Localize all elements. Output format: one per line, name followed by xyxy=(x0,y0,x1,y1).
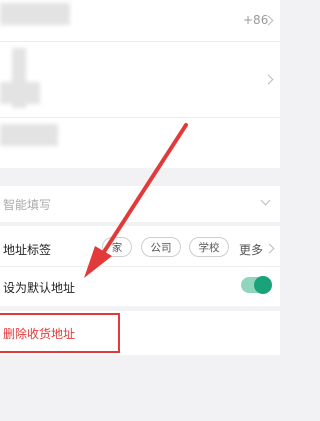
default-address-toggle[interactable] xyxy=(241,276,272,294)
tag-company[interactable]: 公司 xyxy=(141,237,181,257)
tag-home[interactable]: 家 xyxy=(102,237,132,257)
region-blurred-2 xyxy=(0,82,40,104)
divider xyxy=(0,266,280,267)
smart-fill-label: 智能填写 xyxy=(3,198,52,212)
tag-school[interactable]: 学校 xyxy=(189,237,229,257)
divider xyxy=(0,41,280,42)
highlight-box xyxy=(0,313,120,353)
name-blurred xyxy=(0,3,70,25)
more-tags-link[interactable]: 更多 xyxy=(239,241,263,258)
toggle-knob xyxy=(254,276,272,294)
divider xyxy=(0,117,280,118)
detail-address-blurred xyxy=(0,124,58,146)
default-address-label: 设为默认地址 xyxy=(3,281,76,295)
address-tag-label: 地址标签 xyxy=(3,243,52,257)
